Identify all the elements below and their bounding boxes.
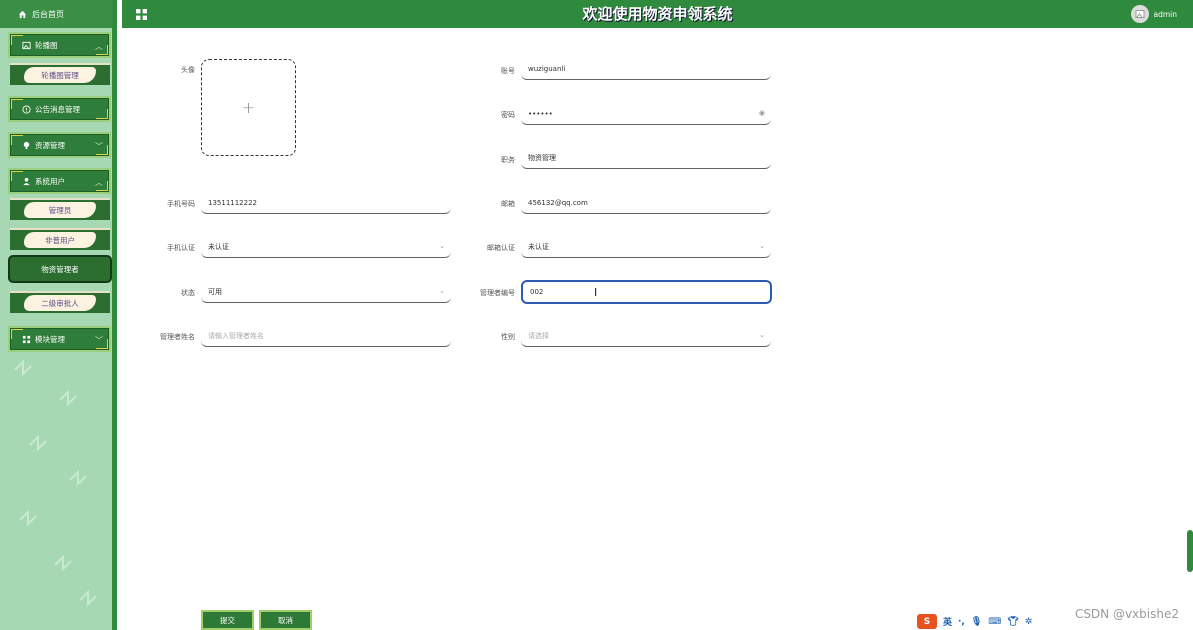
ime-toolbar[interactable]: S 英 ·, 🎙︎ ⌨︎ 👕︎ ✲ bbox=[917, 613, 1032, 630]
avatar-label: 头像 bbox=[181, 66, 195, 74]
sidebar-item-resource[interactable]: 资源管理 ﹀ bbox=[8, 132, 111, 158]
text-cursor-icon: I bbox=[594, 286, 598, 299]
password-value: •••••• bbox=[528, 109, 553, 118]
sidebar-sub-second-approver[interactable]: 二级审批人 bbox=[10, 291, 110, 313]
email-field[interactable]: 456132@qq.com bbox=[521, 192, 771, 214]
microphone-icon[interactable]: 🎙︎ bbox=[971, 617, 982, 627]
toolbox-icon[interactable]: ✲ bbox=[1025, 617, 1033, 627]
top-header: 欢迎使用物资申领系统 admin bbox=[122, 0, 1193, 28]
sidebar-sub-supply-manager[interactable]: 物资管理者 bbox=[8, 255, 112, 283]
gender-label: 性别 bbox=[501, 333, 515, 341]
home-icon bbox=[18, 10, 27, 18]
image-icon bbox=[1135, 10, 1144, 18]
account-field[interactable]: wuziguanli bbox=[521, 58, 771, 80]
sidebar-sub-normal-user[interactable]: 非普用户 bbox=[10, 228, 110, 250]
password-field[interactable]: •••••• ◉ bbox=[521, 103, 771, 125]
skin-icon[interactable]: 👕︎ bbox=[1007, 617, 1018, 627]
eye-icon[interactable]: ◉ bbox=[759, 109, 765, 117]
keyboard-icon[interactable]: ⌨︎ bbox=[988, 617, 1001, 627]
chevron-down-icon: ⌄ bbox=[759, 331, 765, 339]
username: admin bbox=[1153, 9, 1178, 19]
sidebar-item-carousel[interactable]: 轮播图 ︿ bbox=[8, 32, 111, 58]
image-icon bbox=[22, 41, 31, 49]
ime-mode[interactable]: 英 bbox=[943, 615, 952, 628]
page-title: 欢迎使用物资申领系统 bbox=[582, 5, 733, 23]
sidebar-item-modules[interactable]: 模块管理 ﹀ bbox=[8, 326, 111, 352]
chevron-down-icon: ⌄ bbox=[439, 242, 445, 250]
email-verify-value: 未认证 bbox=[528, 242, 549, 251]
sogou-logo-icon: S bbox=[917, 614, 937, 629]
status-label: 状态 bbox=[181, 289, 195, 297]
sidebar-item-label: 公告消息管理 bbox=[35, 104, 80, 114]
email-verify-select[interactable]: 未认证 ⌄ bbox=[521, 236, 771, 258]
email-label: 邮箱 bbox=[501, 200, 515, 208]
status-value: 可用 bbox=[208, 287, 222, 296]
user-icon bbox=[23, 177, 30, 185]
sidebar-sub-admin[interactable]: 管理员 bbox=[10, 198, 110, 220]
submit-button[interactable]: 提交 bbox=[201, 610, 254, 630]
sidebar-item-users[interactable]: 系统用户 ︿ bbox=[8, 168, 111, 194]
gender-select[interactable]: 请选择 ⌄ bbox=[521, 325, 771, 347]
sidebar-item-label: 系统用户 bbox=[35, 176, 65, 186]
chevron-up-icon: ︿ bbox=[95, 178, 103, 187]
sidebar-decoration bbox=[14, 359, 97, 607]
account-label: 账号 bbox=[501, 67, 515, 75]
chevron-down-icon: ⌄ bbox=[439, 287, 445, 295]
watermark: CSDN @vxbishe2 bbox=[1074, 607, 1179, 621]
bulb-icon bbox=[23, 141, 30, 149]
scrollbar-handle[interactable] bbox=[1187, 530, 1193, 572]
manager-no-field[interactable]: 002 bbox=[521, 280, 772, 304]
role-label: 职务 bbox=[501, 156, 515, 164]
apps-icon bbox=[22, 335, 31, 343]
status-select[interactable]: 可用 ⌄ bbox=[201, 281, 451, 303]
password-label: 密码 bbox=[501, 111, 515, 119]
sidebar-item-notice[interactable]: 公告消息管理 bbox=[8, 96, 111, 122]
chevron-down-icon: ⌄ bbox=[759, 242, 765, 250]
phone-verify-select[interactable]: 未认证 ⌄ bbox=[201, 236, 451, 258]
info-icon bbox=[22, 104, 31, 114]
chevron-up-icon: ︿ bbox=[95, 42, 103, 51]
sidebar-home-label: 后台首页 bbox=[32, 9, 64, 19]
role-field[interactable]: 物资管理 bbox=[521, 147, 771, 169]
sidebar-item-label: 模块管理 bbox=[35, 334, 65, 344]
avatar bbox=[1130, 5, 1149, 23]
manager-name-label: 管理者姓名 bbox=[160, 333, 195, 341]
sidebar-home[interactable]: 后台首页 bbox=[0, 0, 112, 28]
sidebar: 后台首页 轮播图 ︿ 轮播图管理 公告消息管理 资源管理 ﹀ 系统用户 ︿ 管理… bbox=[0, 0, 117, 630]
sidebar-sub-carousel-manage[interactable]: 轮播图管理 bbox=[10, 63, 110, 85]
email-verify-label: 邮箱认证 bbox=[487, 244, 515, 252]
avatar-uploader[interactable]: + bbox=[201, 59, 296, 156]
manager-no-label: 管理者编号 bbox=[480, 289, 515, 297]
cancel-button[interactable]: 取消 bbox=[259, 610, 312, 630]
phone-label: 手机号码 bbox=[167, 200, 195, 208]
phone-verify-value: 未认证 bbox=[208, 242, 229, 251]
sidebar-item-label: 轮播图 bbox=[35, 40, 58, 50]
punctuation-icon[interactable]: ·, bbox=[958, 617, 965, 627]
phone-field[interactable]: 13511112222 bbox=[201, 192, 451, 214]
gender-placeholder: 请选择 bbox=[528, 331, 549, 340]
phone-verify-label: 手机认证 bbox=[167, 244, 195, 252]
plus-icon: + bbox=[241, 98, 256, 117]
chevron-down-icon: ﹀ bbox=[95, 142, 103, 151]
chevron-down-icon: ﹀ bbox=[95, 336, 103, 345]
manager-name-field[interactable]: 请输入管理者姓名 bbox=[201, 325, 451, 347]
user-menu[interactable]: admin bbox=[1130, 5, 1178, 23]
sidebar-item-label: 资源管理 bbox=[35, 140, 65, 150]
